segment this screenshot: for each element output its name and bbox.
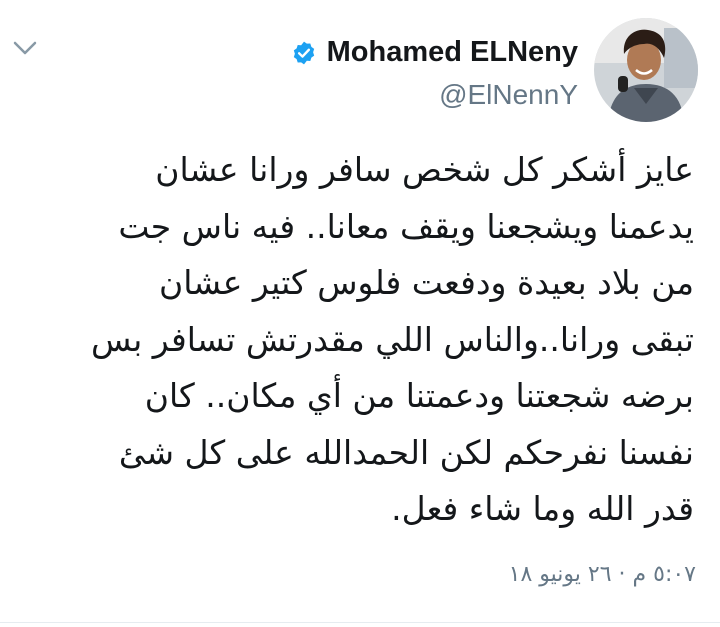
author-handle[interactable]: @ElNennY — [439, 79, 578, 111]
tweet-timestamp[interactable]: ٥:٠٧ م · ٢٦ يونيو ١٨ — [509, 562, 696, 587]
author-display-name[interactable]: Mohamed ELNeny — [327, 36, 578, 69]
avatar-image — [594, 18, 698, 122]
chevron-down-icon[interactable] — [10, 36, 40, 60]
author-names: Mohamed ELNeny @ElNennY — [291, 36, 578, 111]
author-name-row[interactable]: Mohamed ELNeny — [291, 36, 578, 69]
verified-badge-icon — [293, 41, 314, 64]
avatar[interactable] — [594, 18, 698, 122]
tweet-header: Mohamed ELNeny @ElNennY — [291, 18, 698, 128]
divider — [0, 622, 720, 623]
tweet-text: عايز أشكر كل شخص سافر ورانا عشان يدعمنا … — [91, 150, 694, 528]
